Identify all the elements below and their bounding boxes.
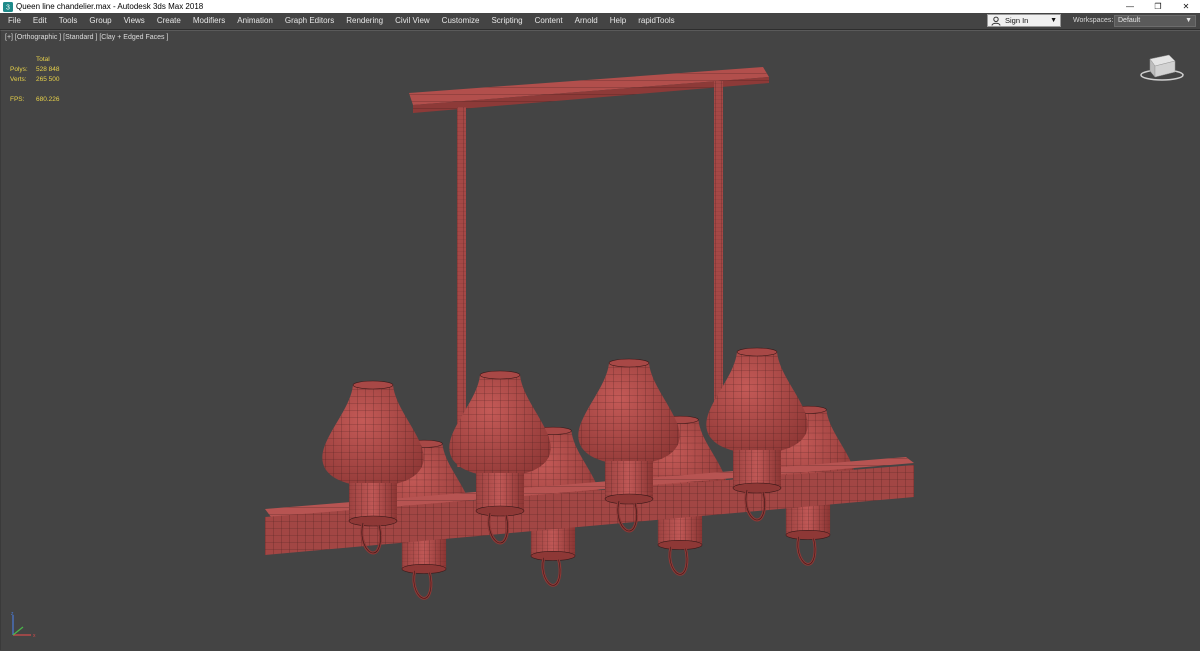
restore-button[interactable]: ❐ [1144, 0, 1172, 13]
workspaces-label: Workspaces: [1073, 17, 1114, 24]
axis-gizmo-icon: z x [11, 611, 36, 639]
menu-graph-editors[interactable]: Graph Editors [279, 13, 340, 29]
title-bar: 3 Queen line chandelier.max - Autodesk 3… [0, 0, 1200, 13]
3ds-max-icon: 3 [3, 1, 13, 12]
window-title: Queen line chandelier.max - Autodesk 3ds… [16, 2, 204, 11]
menu-views[interactable]: Views [118, 13, 151, 29]
workspace-value: Default [1118, 17, 1141, 24]
viewcube-icon[interactable] [1139, 51, 1185, 83]
menu-modifiers[interactable]: Modifiers [187, 13, 231, 29]
menu-content[interactable]: Content [529, 13, 569, 29]
svg-text:x: x [33, 633, 36, 639]
menu-arnold[interactable]: Arnold [569, 13, 604, 29]
chandelier-model[interactable] [1, 31, 1200, 651]
user-icon [991, 16, 1001, 26]
menu-group[interactable]: Group [83, 13, 117, 29]
menu-rendering[interactable]: Rendering [340, 13, 389, 29]
menu-create[interactable]: Create [151, 13, 187, 29]
menu-scripting[interactable]: Scripting [485, 13, 528, 29]
menu-help[interactable]: Help [604, 13, 632, 29]
menu-rapidtools[interactable]: rapidTools [632, 13, 680, 29]
workspace-select[interactable]: Default ▼ [1114, 15, 1196, 27]
menu-edit[interactable]: Edit [27, 13, 53, 29]
menu-file[interactable]: File [0, 13, 27, 29]
svg-text:3: 3 [6, 4, 10, 11]
menu-animation[interactable]: Animation [231, 13, 279, 29]
menu-civil-view[interactable]: Civil View [389, 13, 436, 29]
close-button[interactable]: ✕ [1172, 0, 1200, 13]
sign-in-label: Sign In [1005, 16, 1029, 25]
window-controls: — ❐ ✕ [1116, 0, 1200, 13]
sign-in-dropdown[interactable]: Sign In ▼ [987, 14, 1061, 27]
menu-customize[interactable]: Customize [436, 13, 486, 29]
chevron-down-icon: ▼ [1050, 17, 1057, 24]
minimize-button[interactable]: — [1116, 0, 1144, 13]
viewport-perspective[interactable]: [+] [Orthographic ] [Standard ] [Clay + … [0, 30, 1200, 650]
chevron-down-icon: ▼ [1185, 17, 1192, 24]
menu-tools[interactable]: Tools [53, 13, 84, 29]
